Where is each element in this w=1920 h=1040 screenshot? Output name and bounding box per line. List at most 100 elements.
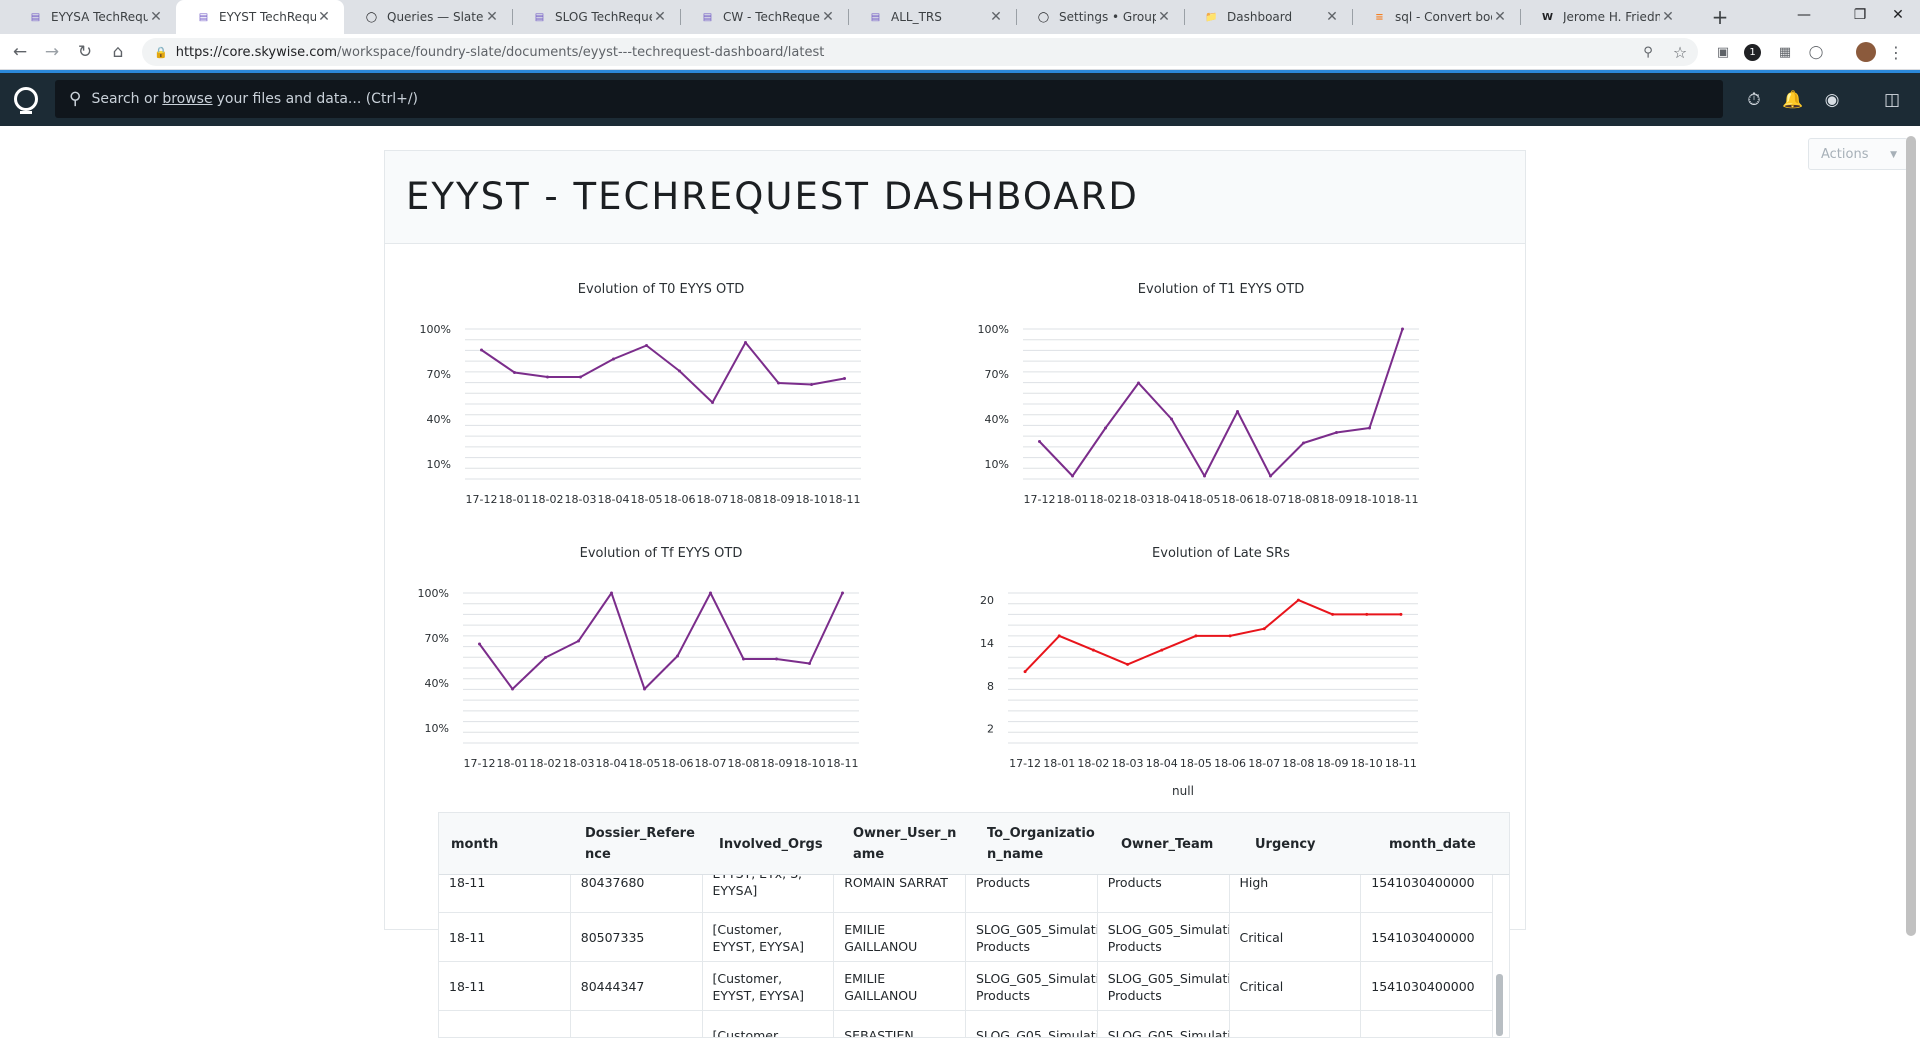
global-search-bar[interactable]: ⚲ Search or browse your files and data..… [55,80,1723,118]
table-body[interactable]: 18-1180437680EYYST, EYx, S, EYYSA]ROMAIN… [439,875,1493,1037]
address-bar[interactable]: 🔒 https://core.skywise.com/workspace/fou… [142,38,1698,66]
forward-icon[interactable]: → [38,38,66,66]
data-point [1126,662,1130,666]
data-point [645,344,648,347]
column-header-month[interactable]: month [439,813,573,875]
table-cell-orgs: EYYST, EYx, S, EYYSA] [703,875,835,913]
history-icon[interactable]: ⏱ [1742,88,1766,112]
table-cell-month-date [1361,1011,1493,1037]
x-tick-label: 18-05 [1189,493,1221,506]
notification-bell-icon[interactable]: 🔔 [1781,88,1805,112]
data-point [1071,474,1074,478]
url-path: /workspace/foundry-slate/documents/eyyst… [337,44,825,60]
data-point [1038,440,1041,443]
y-tick-label: 40% [985,413,1009,426]
column-header-involved-orgs[interactable]: Involved_Orgs [707,813,841,875]
close-tab-icon[interactable]: ✕ [1156,9,1172,25]
table-cell-team: SLOG_G05_Simulation [1098,1011,1230,1037]
browser-tab-label: ALL_TRS [891,10,942,24]
close-tab-icon[interactable]: ✕ [988,9,1004,25]
y-tick-label: 100% [978,323,1009,336]
table-row[interactable]: 18-11 80507335 [Customer, EYYST, EYYSA] EMI… [439,913,1493,962]
column-header-month-date[interactable]: month_date [1377,813,1509,875]
table-row[interactable]: 18-1180437680EYYST, EYx, S, EYYSA]ROMAIN… [439,875,1493,913]
browser-tab-5[interactable]: ▤ ALL_TRS ✕ [848,0,1016,34]
minimize-window-button[interactable]: — [1776,0,1832,30]
x-tick-label: 18-11 [827,757,859,770]
close-tab-icon[interactable]: ✕ [1324,9,1340,25]
x-tick-label: 18-06 [664,493,696,506]
user-account-icon[interactable]: ◉ [1820,88,1844,112]
column-header-to-organization-name[interactable]: To_Organization_name [975,813,1109,875]
table-cell-urgency [1230,1011,1362,1037]
browser-tab-3[interactable]: ▤ SLOG TechRequest✕ [512,0,680,34]
browser-tab-strip: ▤EYYSA TechRequest✕▤EYYST TechRequest✕◯Q… [0,0,1920,34]
actions-button[interactable]: Actions ▼ [1808,138,1908,170]
x-tick-label: 18-01 [1043,757,1075,770]
data-point [1170,417,1173,421]
browser-tab-4[interactable]: ▤ CW - TechRequests✕ [680,0,848,34]
x-tick-label: 18-02 [532,493,564,506]
close-window-button[interactable]: ✕ [1876,0,1920,30]
close-tab-icon[interactable]: ✕ [652,9,668,25]
data-point [810,383,813,386]
browser-tab-6[interactable]: ◯ Settings • Groups ✕ [1016,0,1184,34]
home-icon[interactable]: ⌂ [104,38,132,66]
browser-tab-2[interactable]: ◯ Queries — Slate 5.9✕ [344,0,512,34]
new-tab-button[interactable]: + [1708,5,1732,29]
page-scrollbar[interactable] [1906,136,1916,936]
x-tick-label: 18-05 [1180,757,1212,770]
table-cell-orgs: [Customer, EYYST, EYYSA] [703,962,835,1011]
browse-link[interactable]: browse [162,91,212,107]
palantir-logo-icon[interactable] [14,87,38,114]
reload-icon[interactable]: ↻ [71,38,99,66]
browser-tab-label: Queries — Slate 5.9 [387,10,484,24]
zoom-icon[interactable]: ⚲ [1638,42,1658,62]
back-icon[interactable]: ← [6,38,34,66]
extension-icon[interactable]: ▣ [1713,42,1733,62]
close-tab-icon[interactable]: ✕ [1660,9,1676,25]
x-tick-label: 18-09 [763,493,795,506]
data-point [841,591,844,595]
table-cell-urgency: Critical [1230,913,1362,962]
data-point [511,687,514,691]
sidebar-toggle-icon[interactable]: ◫ [1880,88,1904,112]
close-tab-icon[interactable]: ✕ [148,9,164,25]
browser-menu-icon[interactable]: ⋮ [1886,42,1906,62]
x-tick-label: 18-11 [829,493,861,506]
data-point [1091,648,1095,652]
table-scrollbar[interactable] [1496,974,1503,1036]
doc-icon: ▤ [198,11,209,23]
data-point [546,375,549,379]
column-header-owner-user-name[interactable]: Owner_User_name [841,813,975,875]
data-point [709,591,712,595]
column-header-dossier-reference[interactable]: Dossier_Reference [573,813,707,875]
extension-badge-icon[interactable]: 1 [1744,44,1761,61]
table-row[interactable]: 18-11 80444347 [Customer, EYYST, EYYSA] EMI… [439,962,1493,1011]
browser-tab-0[interactable]: ▤ EYYSA TechRequest✕ [8,0,176,34]
close-tab-icon[interactable]: ✕ [484,9,500,25]
browser-tab-1[interactable]: ▤ EYYST TechRequest✕ [176,0,344,34]
extension-icon-3[interactable]: ◯ [1806,42,1826,62]
search-prefix: Search or [91,91,159,107]
browser-tab-7[interactable]: 📁 Dashboard ✕ [1184,0,1352,34]
close-tab-icon[interactable]: ✕ [820,9,836,25]
table-row[interactable]: [Customer,SEBASTIENSLOG_G05_SimulationSL… [439,1011,1493,1037]
chart-title: Evolution of Late SRs [1152,546,1290,561]
column-header-urgency[interactable]: Urgency [1243,813,1377,875]
browser-tab-label: Settings • Groups [1059,10,1156,24]
extension-icon-2[interactable]: ▦ [1775,42,1795,62]
folder-icon: 📁 [1205,11,1218,23]
close-tab-icon[interactable]: ✕ [316,9,332,25]
bookmark-star-icon[interactable]: ☆ [1670,42,1690,62]
column-header-owner-team[interactable]: Owner_Team [1109,813,1243,875]
close-tab-icon[interactable]: ✕ [1492,9,1508,25]
data-table[interactable]: month Dossier_Reference Involved_Orgs Owner… [438,812,1510,1038]
x-tick-label: 17-12 [466,493,498,506]
table-cell-owner: SEBASTIEN [834,1011,966,1037]
table-cell-orgs: [Customer, EYYST, EYYSA] [703,913,835,962]
browser-tab-9[interactable]: W Jerome H. Friedman✕ [1520,0,1688,34]
profile-avatar-icon[interactable] [1856,42,1876,62]
x-tick-label: 18-10 [1351,757,1383,770]
browser-tab-8[interactable]: ≡ sql - Convert bool to✕ [1352,0,1520,34]
